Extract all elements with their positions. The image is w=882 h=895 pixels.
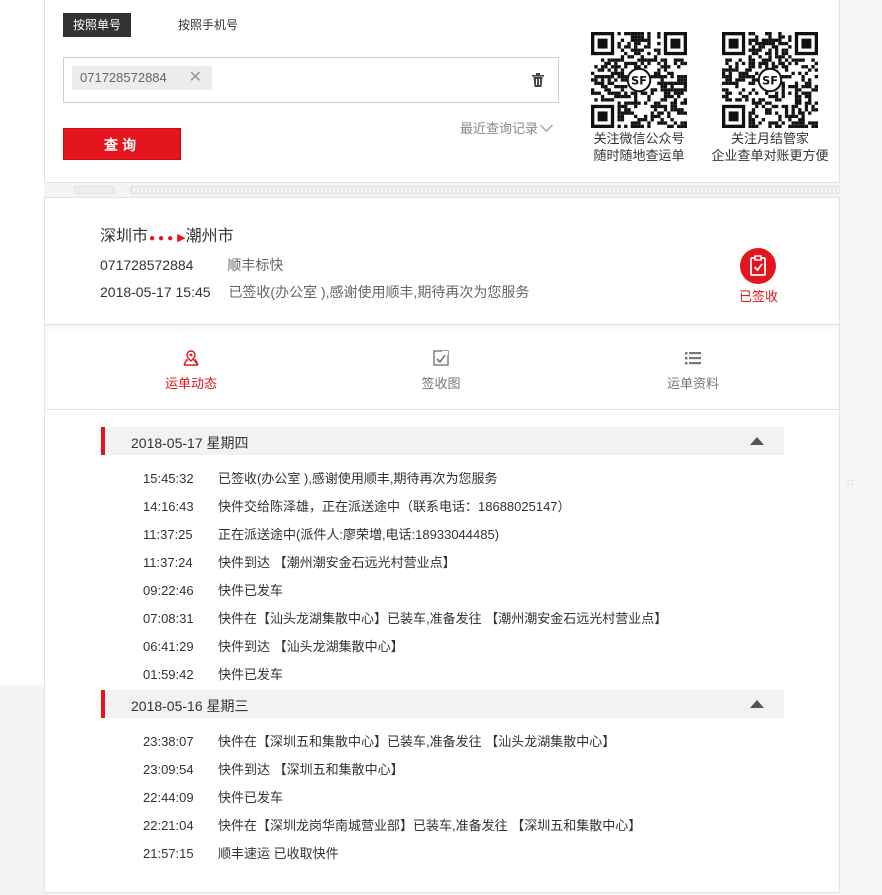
day-date: 2018-05-17 星期四	[131, 435, 249, 451]
wechat-qr-caption: 关注微信公众号 随时随地查运单	[585, 130, 693, 164]
status-badge: 已签收	[739, 289, 779, 304]
event-time: 11:37:24	[143, 555, 193, 570]
event-time: 06:41:29	[143, 639, 194, 654]
event-text: 正在派送途中(派件人:廖荣増,电话:18933044485)	[218, 527, 500, 542]
event-text: 快件到达 【汕头龙湖集散中心】	[218, 639, 404, 654]
list-icon	[685, 352, 701, 365]
waybill-number: 071728572884	[100, 257, 194, 273]
event-row: 23:09:54 快件到达 【深圳五和集散中心】	[143, 759, 404, 778]
event-row: 01:59:42 快件已发车	[143, 664, 283, 683]
wechat-qr-code: SF	[591, 32, 687, 128]
event-row: 23:38:07 快件在【深圳五和集散中心】已装车,准备发往 【汕头龙湖集散中心】	[143, 731, 615, 750]
destination-city: 潮州市	[185, 228, 234, 245]
tab-details[interactable]: 运单资料	[659, 349, 727, 392]
event-text: 快件已发车	[218, 790, 284, 805]
event-row: 22:44:09 快件已发车	[143, 787, 283, 806]
event-text: 快件已发车	[218, 667, 284, 682]
trash-icon[interactable]	[532, 73, 544, 87]
event-time: 11:37:25	[143, 527, 193, 542]
tab-tracking[interactable]: 运单动态	[157, 349, 225, 392]
decor-dots: ∷	[847, 478, 855, 489]
monthly-qr-caption: 关注月结管家 企业查单对账更方便	[705, 130, 835, 164]
event-row: 11:37:24 快件到达 【潮州潮安金石远光村营业点】	[143, 552, 456, 571]
recent-queries-label: 最近查询记录	[460, 121, 539, 136]
event-row: 11:37:25 正在派送途中(派件人:廖荣増,电话:18933044485)	[143, 524, 499, 543]
event-time: 23:09:54	[143, 762, 194, 777]
event-text: 快件到达 【潮州潮安金石远光村营业点】	[218, 555, 456, 570]
event-text: 快件在【深圳龙岗华南城营业部】已装车,准备发往 【深圳五和集散中心】	[218, 818, 642, 833]
collapse-icon[interactable]	[750, 437, 764, 445]
decor-strip	[44, 183, 840, 197]
event-text: 快件在【深圳五和集散中心】已装车,准备发往 【汕头龙湖集散中心】	[218, 734, 616, 749]
monthly-qr-code: SF	[722, 32, 818, 128]
waybill-chip-label: 071728572884	[80, 70, 167, 85]
close-icon[interactable]: ✕	[189, 66, 202, 90]
waybill-summary: 071728572884 顺丰标快	[100, 255, 283, 275]
day-header[interactable]: 2018-05-17 星期四	[101, 427, 784, 455]
event-text: 快件到达 【深圳五和集散中心】	[218, 762, 404, 777]
latest-status: 已签收(办公室 ),感谢使用顺丰,期待再次为您服务	[228, 284, 530, 300]
day-date: 2018-05-16 星期三	[131, 698, 249, 714]
event-time: 15:45:32	[143, 471, 194, 486]
search-panel: 按照单号 按照手机号 071728572884 ✕ 最近查询记录 查询 SF 关…	[44, 0, 840, 183]
arrow-right-icon: ▶	[177, 232, 186, 244]
monthly-qr-caption-line1: 关注月结管家	[730, 131, 809, 146]
day-header[interactable]: 2018-05-16 星期三	[101, 690, 784, 718]
event-time: 14:16:43	[143, 499, 194, 514]
tab-by-phone[interactable]: 按照手机号	[178, 13, 238, 37]
service-type: 顺丰标快	[227, 257, 284, 273]
page-background-left	[0, 0, 44, 685]
origin-city: 深圳市	[100, 228, 149, 245]
event-time: 09:22:46	[143, 583, 194, 598]
event-text: 快件已发车	[218, 583, 284, 598]
wechat-qr-caption-line2: 随时随地查运单	[593, 148, 685, 163]
signature-image-icon	[433, 350, 449, 366]
tab-details-label: 运单资料	[666, 376, 719, 391]
recent-queries-toggle[interactable]: 最近查询记录	[460, 118, 553, 137]
event-row: 15:45:32 已签收(办公室 ),感谢使用顺丰,期待再次为您服务	[143, 468, 498, 487]
event-time: 21:57:15	[143, 846, 194, 861]
monthly-qr-caption-line2: 企业查单对账更方便	[711, 148, 829, 163]
svg-text:SF: SF	[631, 74, 647, 87]
event-time: 01:59:42	[143, 667, 194, 682]
waybill-chip: 071728572884 ✕	[72, 66, 212, 90]
event-row: 14:16:43 快件交给陈泽雄，正在派送途中（联系电话：18688025147）	[143, 496, 571, 515]
event-time: 22:21:04	[143, 818, 194, 833]
result-card: 深圳市●●●▶潮州市 071728572884 顺丰标快 2018-05-17 …	[44, 197, 840, 893]
event-text: 已签收(办公室 ),感谢使用顺丰,期待再次为您服务	[218, 471, 498, 486]
query-button[interactable]: 查询	[63, 128, 181, 160]
tab-signature-label: 签收图	[421, 376, 461, 391]
latest-time: 2018-05-17 15:45	[100, 284, 211, 300]
detail-tabs: 运单动态 签收图 运单资料	[45, 324, 839, 410]
event-row: 09:22:46 快件已发车	[143, 580, 283, 599]
event-time: 23:38:07	[143, 734, 194, 749]
tab-by-waybill[interactable]: 按照单号	[63, 13, 131, 37]
event-row: 22:21:04 快件在【深圳龙岗华南城营业部】已装车,准备发往 【深圳五和集散中…	[143, 815, 641, 834]
page-background-right	[839, 0, 882, 895]
event-text: 顺丰速运 已收取快件	[218, 846, 339, 861]
event-time: 07:08:31	[143, 611, 194, 626]
event-row: 21:57:15 顺丰速运 已收取快件	[143, 843, 339, 862]
wechat-qr-caption-line1: 关注微信公众号	[593, 131, 685, 146]
chevron-down-icon	[540, 119, 553, 132]
latest-status-line: 2018-05-17 15:45 已签收(办公室 ),感谢使用顺丰,期待再次为您…	[100, 282, 529, 302]
event-text: 快件交给陈泽雄，正在派送途中（联系电话：18688025147）	[218, 499, 571, 514]
collapse-icon[interactable]	[750, 700, 764, 708]
signed-icon	[740, 248, 776, 284]
event-row: 06:41:29 快件到达 【汕头龙湖集散中心】	[143, 636, 404, 655]
svg-text:SF: SF	[762, 74, 778, 87]
tab-signature[interactable]: 签收图	[409, 349, 473, 392]
waybill-input[interactable]: 071728572884 ✕	[63, 57, 559, 103]
event-row: 07:08:31 快件在【汕头龙湖集散中心】已装车,准备发往 【潮州潮安金石远光村…	[143, 608, 667, 627]
route-dots: ●●●	[149, 233, 177, 244]
map-pin-icon	[183, 350, 199, 366]
tab-tracking-label: 运单动态	[164, 376, 217, 391]
event-text: 快件在【汕头龙湖集散中心】已装车,准备发往 【潮州潮安金石远光村营业点】	[218, 611, 668, 626]
route: 深圳市●●●▶潮州市	[100, 222, 234, 246]
event-time: 22:44:09	[143, 790, 194, 805]
